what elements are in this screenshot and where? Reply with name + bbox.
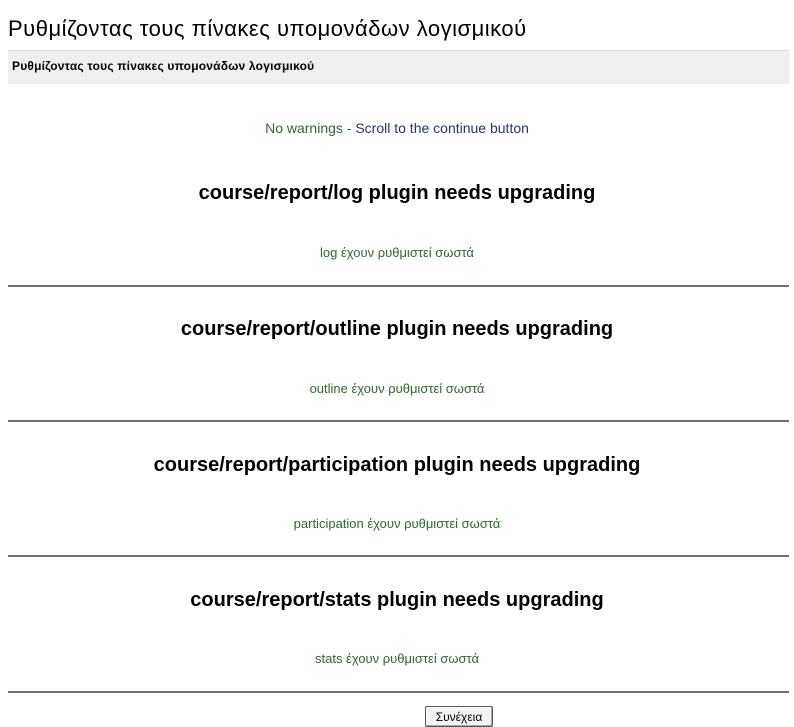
- section-divider: [8, 555, 789, 557]
- plugin-heading-log: course/report/log plugin needs upgrading: [198, 182, 596, 204]
- scroll-to-continue-link[interactable]: Scroll to the continue button: [355, 120, 529, 136]
- plugin-status-participation: participation έχουν ρυθμιστεί σωστά: [293, 516, 501, 531]
- plugin-heading-outline: course/report/outline plugin needs upgra…: [180, 318, 614, 340]
- plugin-heading-stats: course/report/stats plugin needs upgradi…: [190, 589, 604, 611]
- plugin-status-stats: stats έχουν ρυθμιστεί σωστά: [314, 651, 480, 666]
- section-divider: [8, 285, 789, 287]
- section-header-bar: Ρυθμίζοντας τους πίνακες υπομονάδων λογι…: [8, 50, 789, 84]
- section-divider: [8, 691, 789, 693]
- section-divider: [8, 420, 789, 422]
- section-header-label: Ρυθμίζοντας τους πίνακες υπομονάδων λογι…: [12, 59, 315, 73]
- page-title: Ρυθμίζοντας τους πίνακες υπομονάδων λογι…: [8, 16, 527, 41]
- plugin-status-log: log έχουν ρυθμιστεί σωστά: [320, 245, 474, 260]
- continue-button[interactable]: Συνέχεια: [425, 706, 493, 727]
- notice-prefix: No warnings -: [265, 120, 356, 136]
- notice-message: No warnings - Scroll to the continue but…: [0, 120, 794, 136]
- plugin-status-outline: outline έχουν ρυθμιστεί σωστά: [309, 381, 485, 396]
- plugin-heading-participation: course/report/participation plugin needs…: [153, 454, 641, 476]
